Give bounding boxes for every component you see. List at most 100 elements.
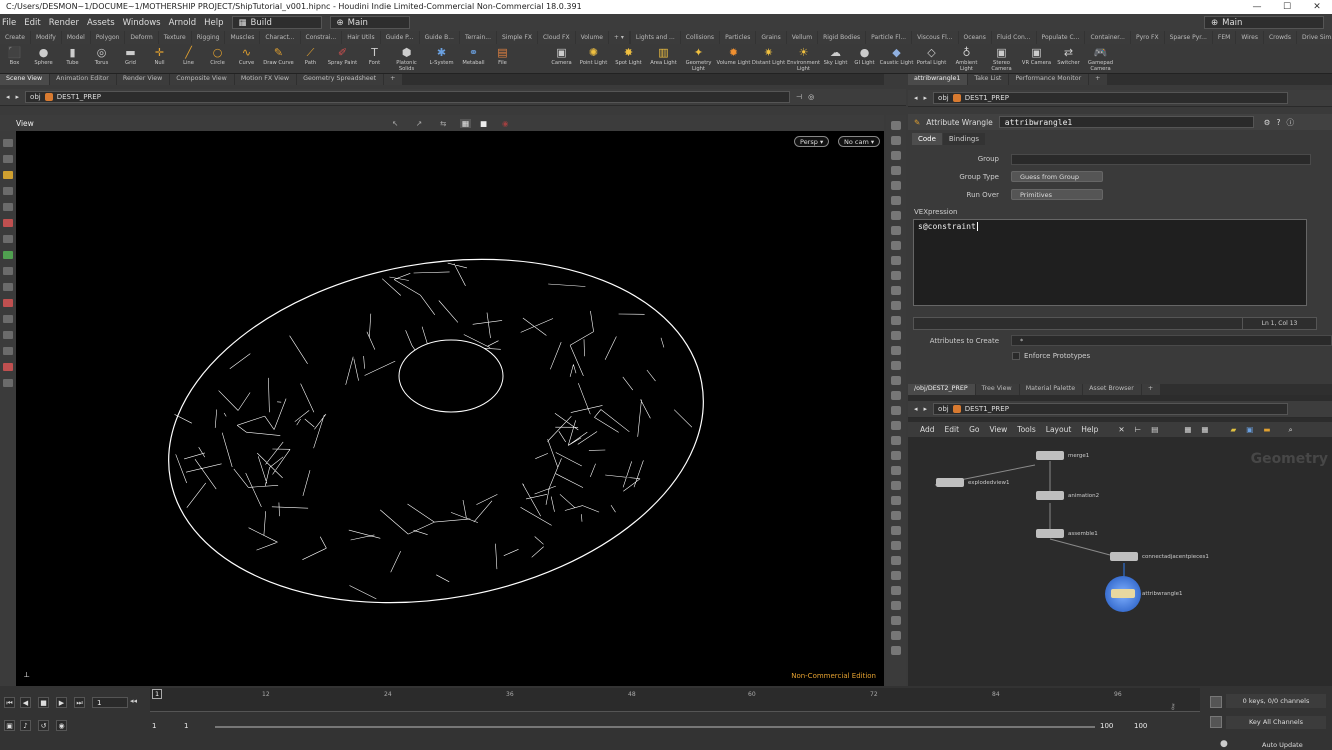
tool-portal-light[interactable]: ◇ Portal Light <box>914 44 949 73</box>
tool-icon[interactable] <box>3 235 13 243</box>
link-icon[interactable]: ◎ <box>808 93 814 101</box>
maximize-icon[interactable]: ☐ <box>1272 0 1302 14</box>
tab-network-path[interactable]: /obj/DEST2_PREP <box>908 384 975 395</box>
tool-path[interactable]: ⟋ Path <box>296 44 325 73</box>
tab-attribwrangle1[interactable]: attribwrangle1 <box>908 74 968 85</box>
select-tool-icon[interactable] <box>3 139 13 147</box>
tool-area-light[interactable]: ▥ Area Light <box>646 44 681 73</box>
display-option-icon[interactable] <box>891 316 901 325</box>
main-selector[interactable]: ⊕ Main <box>329 16 410 29</box>
help-icon[interactable]: ? <box>1277 118 1281 127</box>
shelf-tab[interactable]: Sparse Pyr... <box>1164 31 1212 44</box>
range-start[interactable]: 1 <box>152 722 156 730</box>
display-option-icon[interactable] <box>891 481 901 490</box>
display-option-icon[interactable] <box>891 226 901 235</box>
tab-take-list[interactable]: Take List <box>968 74 1009 85</box>
network-path[interactable]: obj DEST1_PREP <box>933 403 1289 415</box>
key-all-channels-button[interactable]: Key All Channels <box>1226 716 1326 729</box>
shelf-tab[interactable]: Populate C... <box>1036 31 1085 44</box>
node-path[interactable]: DEST1_PREP <box>965 405 1009 413</box>
tool-distant-light[interactable]: ✷ Distant Light <box>751 44 786 73</box>
network-box-icon[interactable]: ▬ <box>1263 425 1270 434</box>
range-end-2[interactable]: 100 <box>1134 722 1147 730</box>
rotate-icon[interactable]: ⇆ <box>440 119 446 128</box>
shelf-tab[interactable]: Polygon <box>90 31 125 44</box>
display-option-icon[interactable] <box>891 436 901 445</box>
tool-torus[interactable]: ◎ Torus <box>87 44 116 73</box>
select-icon[interactable]: ↖ <box>392 119 398 128</box>
shelf-tab[interactable]: Volume <box>575 31 608 44</box>
display-option-icon[interactable] <box>891 451 901 460</box>
image-icon[interactable]: ▣ <box>1246 425 1253 434</box>
tab-performance-monitor[interactable]: Performance Monitor <box>1009 74 1089 85</box>
display-option-icon[interactable] <box>891 406 901 415</box>
display-option-icon[interactable] <box>891 376 901 385</box>
shelf-tab[interactable]: Deform <box>125 31 158 44</box>
tool-volume-light[interactable]: ✹ Volume Light <box>716 44 751 73</box>
display-option-icon[interactable] <box>891 646 901 655</box>
menu-view[interactable]: View <box>989 425 1007 434</box>
tab-motion-fx-view[interactable]: Motion FX View <box>234 74 297 85</box>
tree-icon[interactable]: ⊢ <box>1135 425 1142 434</box>
step-icon[interactable]: ◂◂ <box>130 697 137 705</box>
shelf-tab[interactable]: Simple FX <box>497 31 537 44</box>
node-explodedview1[interactable] <box>936 478 964 487</box>
menu-windows[interactable]: Windows <box>123 18 161 28</box>
display-icon[interactable]: ■ <box>480 119 487 128</box>
loop-icon[interactable]: ↺ <box>38 720 49 731</box>
tool-icon[interactable] <box>3 155 13 163</box>
range-end[interactable]: 100 <box>1100 722 1113 730</box>
vex-code-editor[interactable]: s@constraint <box>913 219 1307 306</box>
right-desktop-selector[interactable]: ⊕ Main <box>1204 16 1324 29</box>
tool-platonic-solids[interactable]: ⬢ Platonic Solids <box>389 44 424 73</box>
display-option-icon[interactable] <box>891 616 901 625</box>
auto-update-button[interactable]: Auto Update <box>1262 741 1303 749</box>
current-frame-field[interactable]: 1 <box>92 697 128 708</box>
shelf-tab[interactable]: Cloud FX <box>537 31 575 44</box>
menu-help[interactable]: Help <box>204 18 223 28</box>
display-option-icon[interactable] <box>891 136 901 145</box>
shelf-tab[interactable]: Model <box>61 31 90 44</box>
back-icon[interactable]: ◂ <box>6 93 10 101</box>
tool-sphere[interactable]: ● Sphere <box>29 44 58 73</box>
node-attribwrangle1[interactable] <box>1111 589 1135 598</box>
shelf-tab[interactable]: Lights and ... <box>630 31 680 44</box>
range-start-2[interactable]: 1 <box>184 722 188 730</box>
obj-path[interactable]: obj <box>938 94 949 102</box>
jump-start-icon[interactable]: ⏮ <box>4 697 15 708</box>
menu-tools[interactable]: Tools <box>1017 425 1035 434</box>
back-icon[interactable]: ◂ <box>914 405 918 413</box>
tool-spray-paint[interactable]: ✐ Spray Paint <box>325 44 360 73</box>
minimize-icon[interactable]: — <box>1242 0 1272 14</box>
display-option-icon[interactable] <box>891 286 901 295</box>
menu-help[interactable]: Help <box>1081 425 1098 434</box>
menu-layout[interactable]: Layout <box>1046 425 1072 434</box>
node-name-field[interactable]: attribwrangle1 <box>998 116 1254 128</box>
realtime-icon[interactable]: ▣ <box>4 720 15 731</box>
tool-icon[interactable] <box>3 379 13 387</box>
display-option-icon[interactable] <box>891 586 901 595</box>
tab-material-palette[interactable]: Material Palette <box>1019 384 1083 395</box>
display-option-icon[interactable] <box>891 256 901 265</box>
shelf-tab[interactable]: Container... <box>1085 31 1130 44</box>
tool-icon[interactable] <box>3 203 13 211</box>
grid-icon[interactable]: ▦ <box>1184 425 1191 434</box>
tool-icon[interactable] <box>3 299 13 307</box>
shelf-tab[interactable]: Create <box>0 31 30 44</box>
shelf-tab[interactable]: Guide B... <box>419 31 459 44</box>
tool-icon[interactable] <box>3 267 13 275</box>
tool-gi-light[interactable]: ● GI Light <box>850 44 879 73</box>
lock-icon[interactable] <box>891 151 901 160</box>
forward-icon[interactable]: ▸ <box>924 94 928 102</box>
node-merge1[interactable] <box>1036 451 1064 460</box>
enforce-prototypes-checkbox[interactable] <box>1012 352 1020 360</box>
frame-marker[interactable]: 1 <box>152 689 163 699</box>
stop-icon[interactable]: ■ <box>38 697 49 708</box>
node-assemble1[interactable] <box>1036 529 1064 538</box>
shelf-tab[interactable]: Hair Utils <box>342 31 380 44</box>
key-icon[interactable]: ⚷ <box>1170 702 1176 711</box>
search-icon[interactable]: ⌕ <box>1288 425 1292 435</box>
info-icon[interactable]: ⓘ <box>1287 117 1295 128</box>
display-option-icon[interactable] <box>891 556 901 565</box>
gear-icon[interactable]: ⚙ <box>1264 118 1271 127</box>
